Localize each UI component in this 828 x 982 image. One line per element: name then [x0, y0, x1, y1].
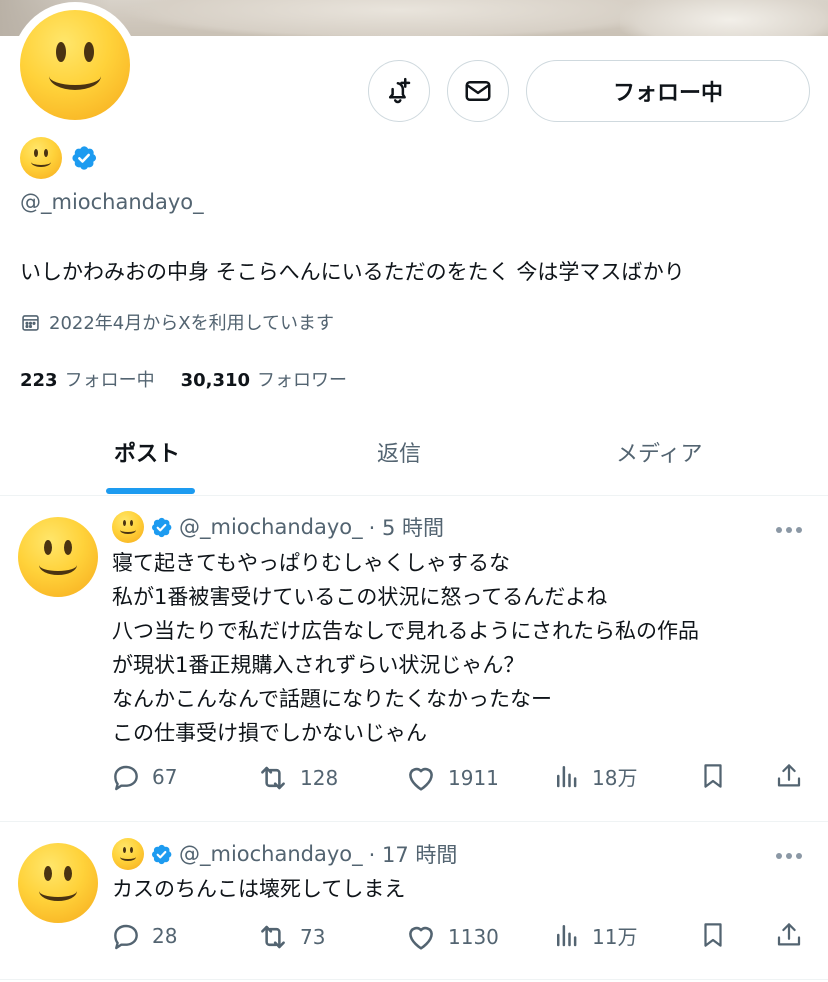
joined-text: 2022年4月からXを利用しています [49, 313, 335, 334]
bell-plus-icon [389, 77, 411, 104]
follow-counts: 223 フォロー中 30,310 フォロワー [20, 366, 373, 392]
bookmark-button[interactable] [698, 761, 728, 791]
following-button[interactable]: フォロー中 [526, 60, 810, 122]
views-button[interactable]: 18万 [552, 761, 637, 791]
bookmark-button[interactable] [698, 920, 728, 950]
share-icon [777, 764, 801, 787]
tweet-text: 寝て起きてもやっぱりむしゃくしゃするな 私が1番被害受けているこの状況に怒ってる… [112, 551, 699, 745]
tweet-actions: 67 128 1911 18万 [110, 761, 810, 797]
bookmark-icon [704, 764, 722, 788]
tweet-time[interactable]: · 17 時間 [369, 839, 458, 869]
tab-media[interactable]: メディア [616, 436, 702, 468]
smiling-face-icon [112, 838, 144, 870]
tweet-handle[interactable]: @_miochandayo_ [179, 842, 363, 866]
message-button[interactable] [447, 60, 509, 122]
verified-badge-icon[interactable] [150, 516, 173, 539]
bookmark-icon [704, 923, 722, 947]
views-chart-icon [557, 925, 577, 947]
reply-icon [114, 924, 138, 950]
tweet-avatar[interactable] [18, 843, 98, 923]
tweet-text: カスのちんこは壊死してしまえ [112, 877, 406, 901]
share-button[interactable] [774, 761, 804, 791]
share-icon [777, 923, 801, 946]
tweet[interactable]: @_miochandayo_ · 5 時間 寝て起きてもやっぱりむしゃくしゃする… [0, 497, 828, 822]
reply-icon [114, 765, 138, 791]
more-options-icon[interactable] [776, 527, 802, 533]
reply-button[interactable]: 28 [110, 920, 177, 952]
views-button[interactable]: 11万 [552, 920, 637, 950]
followers-link[interactable]: 30,310 フォロワー [181, 366, 347, 392]
smiling-face-icon [112, 511, 144, 543]
smiling-face-icon [20, 137, 62, 179]
verified-badge-icon[interactable] [70, 144, 98, 172]
smiling-face-icon [18, 517, 98, 597]
tab-posts[interactable]: ポスト [114, 436, 180, 468]
tweet-header: @_miochandayo_ · 17 時間 [112, 838, 457, 870]
share-button[interactable] [774, 920, 804, 950]
profile-avatar[interactable] [12, 2, 138, 128]
repost-icon [261, 925, 285, 949]
repost-button[interactable]: 128 [256, 761, 338, 795]
heart-icon [409, 767, 433, 791]
reply-button[interactable]: 67 [110, 761, 177, 793]
repost-icon [261, 766, 285, 790]
views-chart-icon [557, 766, 577, 788]
like-button[interactable]: 1911 [404, 761, 499, 795]
smiling-face-icon [20, 10, 130, 120]
tweet-actions: 28 73 1130 11万 [110, 920, 810, 956]
like-button[interactable]: 1130 [404, 920, 499, 954]
tab-replies[interactable]: 返信 [377, 436, 421, 468]
calendar-icon [22, 314, 39, 331]
joined-date: 2022年4月からXを利用しています [20, 309, 334, 335]
verified-badge-icon[interactable] [150, 843, 173, 866]
envelope-icon [465, 81, 491, 101]
tweet-header: @_miochandayo_ · 5 時間 [112, 511, 444, 543]
profile-tabs: ポスト 返信 メディア [0, 414, 828, 496]
tweet-avatar[interactable] [18, 517, 98, 597]
repost-button[interactable]: 73 [256, 920, 325, 954]
more-options-icon[interactable] [776, 853, 802, 859]
active-tab-indicator [106, 488, 195, 494]
tweet-time[interactable]: · 5 時間 [369, 512, 444, 542]
display-name [20, 137, 98, 179]
notification-bell-button[interactable] [368, 60, 430, 122]
profile-bio: いしかわみおの中身 そこらへんにいるただのをたく 今は学マスばかり [20, 260, 685, 284]
profile-handle: @_miochandayo_ [20, 190, 204, 214]
smiling-face-icon [18, 843, 98, 923]
heart-icon [409, 926, 433, 950]
following-link[interactable]: 223 フォロー中 [20, 366, 155, 392]
tweet[interactable]: @_miochandayo_ · 17 時間 カスのちんこは壊死してしまえ 28… [0, 823, 828, 980]
tweet-handle[interactable]: @_miochandayo_ [179, 515, 363, 539]
